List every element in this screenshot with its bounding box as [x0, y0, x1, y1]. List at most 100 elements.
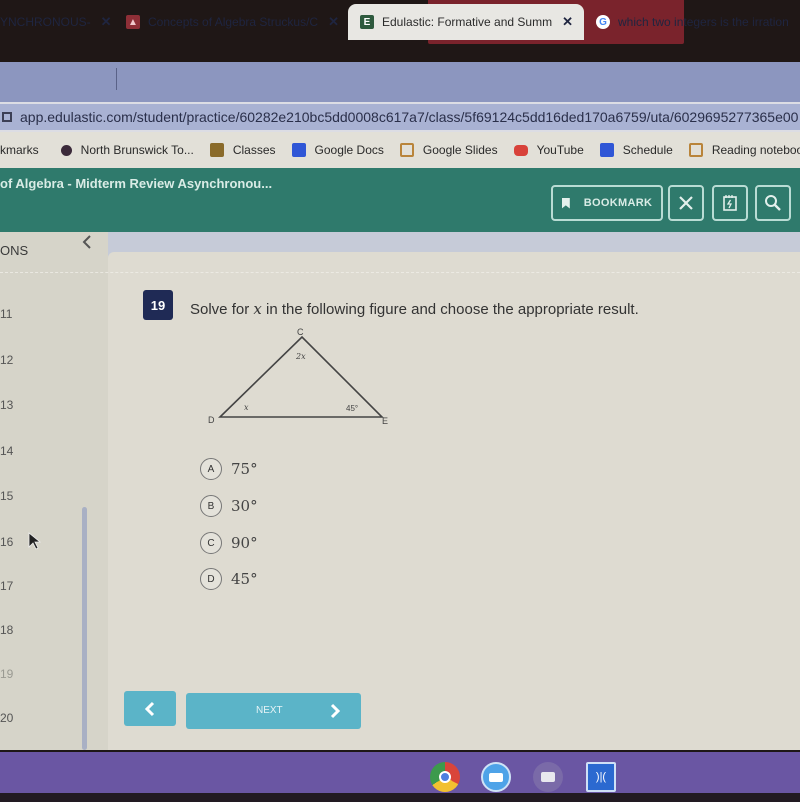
bookmark-classes[interactable]: Classes [209, 143, 276, 157]
sidebar-question-11[interactable]: 11 [0, 307, 12, 321]
camera-icon[interactable] [533, 762, 563, 792]
question-variable: x [253, 300, 262, 318]
google-icon: G [596, 15, 610, 29]
chrome-icon-center [439, 771, 451, 783]
bookmark-label: North Brunswick To... [80, 143, 194, 157]
bookmark-label: Google Docs [314, 143, 384, 157]
sidebar-question-20[interactable]: 20 [0, 711, 13, 725]
sidebar-question-18[interactable]: 18 [0, 623, 13, 637]
exit-button[interactable] [668, 185, 704, 221]
zoom-icon[interactable] [481, 762, 511, 792]
bookmark-label: YouTube [536, 143, 584, 157]
classroom-icon [209, 143, 224, 157]
tab-label: Edulastic: Formative and Summ [382, 15, 553, 29]
sidebar-question-19[interactable]: 19 [0, 667, 13, 681]
tab-strip [0, 62, 800, 102]
next-button-label: NEXT [256, 705, 283, 716]
chevron-right-icon [330, 703, 341, 719]
bookmark-schedule[interactable]: Schedule [599, 143, 673, 157]
answer-option-d[interactable]: D 45° [200, 568, 258, 590]
sidebar-question-13[interactable]: 13 [0, 398, 13, 412]
angle-label-e: 45° [346, 404, 358, 413]
chevron-left-icon [144, 701, 155, 716]
close-tab-icon[interactable]: ✕ [328, 14, 339, 30]
tab-label: which two integers is the irration [618, 15, 789, 29]
bookmark-north-brunswick[interactable]: North Brunswick To... [60, 143, 194, 157]
question-number-badge: 19 [143, 290, 173, 320]
next-button[interactable]: NEXT [186, 693, 361, 729]
text-to-speech-icon[interactable]: )|( [586, 762, 616, 792]
previous-button[interactable] [124, 691, 176, 726]
bookmark-icon [561, 197, 570, 209]
sidebar-question-12[interactable]: 12 [0, 353, 13, 367]
monitor-bezel-bottom [0, 793, 800, 802]
answer-option-c[interactable]: C 90° [200, 532, 258, 554]
edulastic-icon: E [360, 15, 374, 29]
bookmark-label: Reading notebook [711, 143, 800, 157]
bookmark-all[interactable]: kmarks [0, 143, 39, 157]
sidebar-question-14[interactable]: 14 [0, 444, 13, 458]
site-info-icon[interactable] [2, 112, 12, 122]
sidebar-question-15[interactable]: 15 [0, 489, 13, 503]
chevron-left-icon [82, 235, 91, 249]
bookmark-button[interactable]: BOOKMARK [551, 185, 663, 221]
option-letter-badge[interactable]: B [200, 495, 222, 517]
docs-icon [291, 143, 306, 157]
option-value: 45° [231, 570, 258, 588]
option-letter-badge[interactable]: D [200, 568, 222, 590]
mouse-cursor-icon [28, 532, 42, 550]
magnifier-icon [765, 195, 781, 211]
sidebar-scrollbar[interactable] [82, 507, 87, 750]
bookmark-youtube[interactable]: YouTube [513, 143, 584, 157]
option-value: 30° [231, 497, 258, 515]
sound-wave-glyph: )|( [595, 771, 607, 783]
screen: YNCHRONOUS- ✕ ▲ Concepts of Algebra Stru… [0, 0, 800, 802]
sidebar-question-16[interactable]: 16 [0, 535, 13, 549]
scratchpad-button[interactable] [712, 185, 748, 221]
tab-concepts-of-algebra[interactable]: ▲ Concepts of Algebra Struckus/C ✕ [126, 4, 342, 40]
question-text-part: in the following figure and choose the a… [261, 301, 639, 318]
close-tab-icon[interactable]: ✕ [562, 14, 573, 30]
bookmark-google-docs[interactable]: Google Docs [291, 143, 384, 157]
option-value: 90° [231, 534, 258, 552]
angle-label-d: x [244, 403, 249, 412]
tab-label: Concepts of Algebra Struckus/C [148, 15, 319, 29]
sidebar-heading: ONS [0, 243, 29, 258]
bookmark-label: Schedule [622, 143, 673, 157]
url-field[interactable]: app.edulastic.com/student/practice/60282… [0, 104, 800, 130]
divider [0, 272, 800, 273]
close-icon [679, 196, 693, 210]
bookmarks-bar: kmarks North Brunswick To... Classes Goo… [0, 132, 800, 168]
answer-option-a[interactable]: A 75° [200, 458, 258, 480]
bookmark-label: kmarks [0, 143, 39, 157]
chrome-icon[interactable] [430, 762, 460, 792]
video-camera-glyph [489, 772, 503, 782]
tab-edulastic[interactable]: E Edulastic: Formative and Summ ✕ [348, 4, 584, 40]
vertex-label-c: C [297, 327, 304, 337]
assignment-title: of Algebra - Midterm Review Asynchronou.… [0, 176, 273, 191]
bookmark-google-slides[interactable]: Google Slides [399, 143, 498, 157]
docs-icon [599, 143, 614, 157]
close-tab-icon[interactable]: ✕ [101, 14, 112, 30]
zoom-search-button[interactable] [755, 185, 791, 221]
bookmark-label: Google Slides [422, 143, 498, 157]
angle-label-c: 2x [295, 352, 306, 361]
option-letter-badge[interactable]: A [200, 458, 222, 480]
option-letter-badge[interactable]: C [200, 532, 222, 554]
question-text-part: Solve for [190, 301, 254, 318]
tab-separator [116, 68, 117, 90]
collapse-sidebar-button[interactable] [72, 228, 102, 256]
classroom-icon: ▲ [126, 15, 140, 29]
camera-glyph [541, 772, 555, 782]
tab-asynchronous[interactable]: YNCHRONOUS- ✕ [0, 4, 112, 40]
sidebar-question-17[interactable]: 17 [0, 579, 13, 593]
bookmark-reading-notebook[interactable]: Reading notebook [688, 143, 800, 157]
slides-icon [399, 143, 414, 157]
notepad-icon [723, 195, 737, 211]
bookmark-button-label: BOOKMARK [583, 197, 653, 209]
bookmark-label: Classes [232, 143, 276, 157]
url-text: app.edulastic.com/student/practice/60282… [20, 109, 799, 125]
tab-google-search[interactable]: G which two integers is the irration ✕ [590, 4, 800, 40]
answer-option-b[interactable]: B 30° [200, 495, 258, 517]
question-sidebar [0, 232, 108, 750]
